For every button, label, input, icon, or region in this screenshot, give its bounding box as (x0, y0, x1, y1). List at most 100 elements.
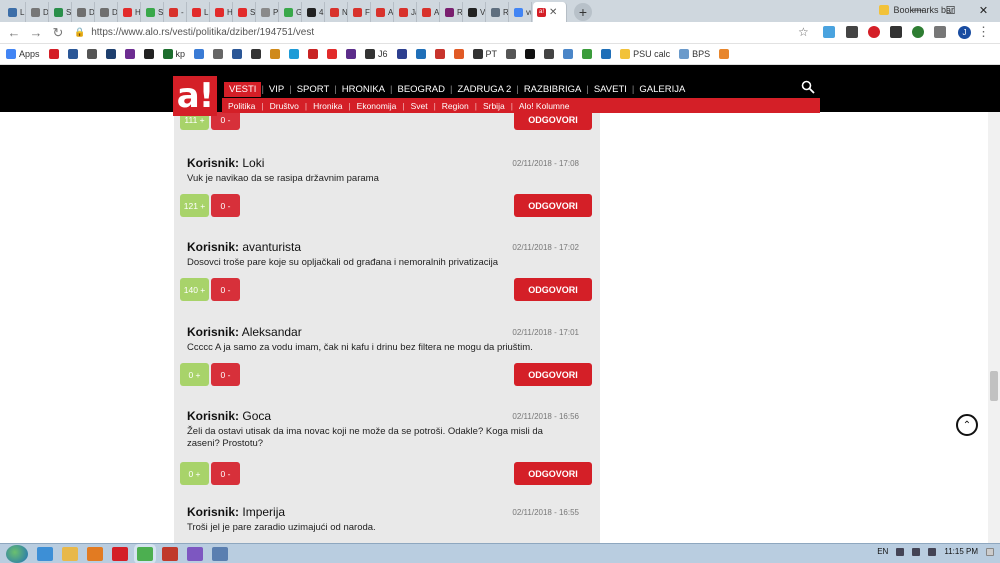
main-nav-item[interactable]: VIP (264, 82, 289, 97)
browser-tab[interactable]: Ali (372, 2, 394, 22)
site-logo[interactable]: a! (173, 76, 217, 116)
extension-icon[interactable] (890, 26, 902, 38)
sub-nav-item[interactable]: Alo! Kolumne (519, 101, 570, 111)
reply-button[interactable]: ODGOVORI (514, 194, 592, 217)
bookmark-item[interactable] (251, 49, 262, 59)
browser-tab[interactable]: - R (165, 2, 187, 22)
reload-icon[interactable]: ↻ (50, 25, 66, 41)
browser-tab[interactable]: Re (487, 2, 509, 22)
main-nav-item[interactable]: BEOGRAD (393, 82, 451, 97)
media-player-icon[interactable] (87, 546, 103, 561)
bookmark-item[interactable]: J6 (365, 49, 388, 59)
tray-arrow-icon[interactable] (896, 547, 905, 556)
pdf-icon[interactable] (162, 546, 178, 561)
bookmark-item[interactable]: Apps (6, 49, 40, 59)
bookmark-item[interactable] (194, 49, 205, 59)
app-icon[interactable] (212, 546, 228, 561)
viber-icon[interactable] (187, 546, 203, 561)
downvote-button[interactable]: 0 - (211, 194, 240, 217)
upvote-button[interactable]: 0 + (180, 462, 209, 485)
bookmark-item[interactable] (396, 49, 407, 59)
browser-tab[interactable]: Dn (96, 2, 118, 22)
upvote-button[interactable]: 121 + (180, 194, 209, 217)
opera-icon[interactable] (112, 546, 128, 561)
bookmark-item[interactable] (582, 49, 593, 59)
browser-tab[interactable]: Sve (50, 2, 72, 22)
extension-icon[interactable] (823, 26, 835, 38)
sub-nav-item[interactable]: Politika (228, 101, 255, 111)
browser-tab[interactable]: Hc (211, 2, 233, 22)
bookmark-item[interactable]: PSU calc (620, 49, 670, 59)
bookmark-item[interactable] (213, 49, 224, 59)
browser-tab[interactable]: 42 (303, 2, 325, 22)
bookmark-item[interactable] (48, 49, 59, 59)
upvote-button[interactable]: 0 + (180, 363, 209, 386)
network-icon[interactable] (912, 547, 921, 556)
browser-tab[interactable]: Ho (119, 2, 141, 22)
main-nav-item[interactable]: RAZBIBRIGA (519, 82, 587, 97)
download-icon[interactable] (846, 26, 858, 38)
bookmark-item[interactable] (289, 49, 300, 59)
bookmark-item[interactable] (143, 49, 154, 59)
bookmark-item[interactable] (601, 49, 612, 59)
search-icon[interactable] (801, 80, 815, 94)
scrollbar-thumb[interactable] (990, 371, 998, 401)
reply-button[interactable]: ODGOVORI (514, 112, 592, 130)
bookmark-item[interactable] (434, 49, 445, 59)
browser-tab[interactable]: Ve (464, 2, 486, 22)
bookmark-item[interactable] (453, 49, 464, 59)
bookmark-item[interactable] (124, 49, 135, 59)
bookmark-item[interactable] (232, 49, 243, 59)
reply-button[interactable]: ODGOVORI (514, 363, 592, 386)
sub-nav-item[interactable]: Hronika (313, 101, 342, 111)
bookmark-item[interactable] (563, 49, 574, 59)
volume-icon[interactable] (928, 547, 937, 556)
bookmark-item[interactable] (270, 49, 281, 59)
extension-icon[interactable] (868, 26, 880, 38)
bookmark-item[interactable] (67, 49, 78, 59)
show-desktop-button[interactable] (986, 547, 994, 556)
browser-tab[interactable]: De (27, 2, 49, 22)
browser-tab[interactable]: Jar (395, 2, 417, 22)
bookmark-star-icon[interactable]: ☆ (798, 25, 809, 39)
browser-tab[interactable]: SE (234, 2, 256, 22)
main-nav-item[interactable]: HRONIKA (337, 82, 390, 97)
bookmarks-bar-folder[interactable]: Bookmarks bar (879, 5, 954, 15)
browser-tab[interactable]: Re (441, 2, 463, 22)
scrollbar[interactable] (988, 112, 1000, 543)
upvote-button[interactable]: 140 + (180, 278, 209, 301)
close-window-button[interactable]: ✕ (967, 0, 1000, 20)
main-nav-item[interactable]: SPORT (292, 82, 335, 97)
bookmark-item[interactable] (525, 49, 536, 59)
bookmark-item[interactable] (415, 49, 426, 59)
bookmark-item[interactable] (346, 49, 357, 59)
browser-tab-active[interactable]: a! ✕ (533, 2, 567, 22)
bookmark-item[interactable] (86, 49, 97, 59)
sub-nav-item[interactable]: Region (442, 101, 469, 111)
main-nav-item[interactable]: SAVETI (589, 82, 632, 97)
sub-nav-item[interactable]: Društvo (270, 101, 299, 111)
downvote-button[interactable]: 0 - (211, 363, 240, 386)
bookmark-item[interactable] (506, 49, 517, 59)
browser-tab[interactable]: Lin (4, 2, 26, 22)
browser-tab[interactable]: Ali (418, 2, 440, 22)
profile-avatar[interactable]: J (958, 26, 971, 39)
explorer-icon[interactable] (62, 546, 78, 561)
reply-button[interactable]: ODGOVORI (514, 462, 592, 485)
bookmark-item[interactable] (544, 49, 555, 59)
bookmark-item[interactable] (308, 49, 319, 59)
close-tab-icon[interactable]: ✕ (549, 7, 557, 18)
back-icon[interactable]: ← (6, 25, 22, 40)
start-button[interactable] (6, 544, 28, 563)
reply-button[interactable]: ODGOVORI (514, 278, 592, 301)
sub-nav-item[interactable]: Srbija (483, 101, 505, 111)
bookmark-item[interactable]: PT (472, 49, 497, 59)
browser-tab[interactable]: Dn (73, 2, 95, 22)
chrome-icon[interactable] (137, 546, 153, 561)
browser-tab[interactable]: Gh (280, 2, 302, 22)
language-indicator[interactable]: EN (877, 547, 888, 556)
main-nav-item[interactable]: ZADRUGA 2 (452, 82, 516, 97)
browser-tab[interactable]: Lik (188, 2, 210, 22)
browser-tab[interactable]: Sm (142, 2, 164, 22)
clock[interactable]: 11:15 PM (944, 547, 978, 556)
